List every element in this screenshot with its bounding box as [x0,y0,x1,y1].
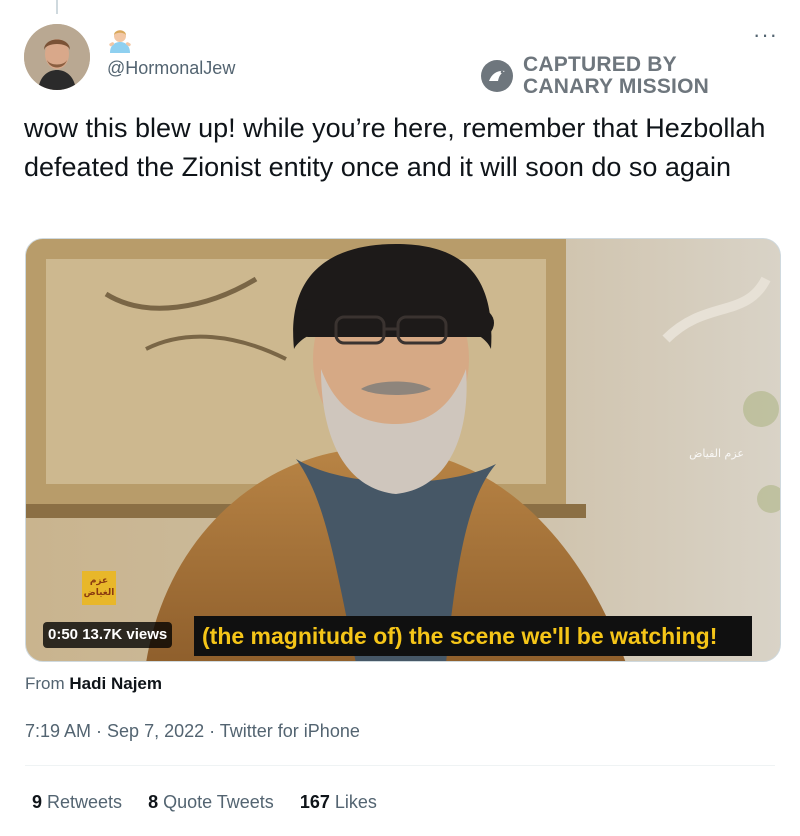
more-options-icon[interactable]: ··· [753,24,778,46]
tweet-text: wow this blew up! while you’re here, rem… [24,113,766,182]
canary-mission-watermark: CAPTURED BY CANARY MISSION [480,54,709,98]
tweet-timestamp[interactable]: 7:19 AM · Sep 7, 2022 · Twitter for iPho… [25,721,360,742]
video-subtitle: (the magnitude of) the scene we'll be wa… [194,616,752,656]
quote-tweets-count: 8 [148,792,159,812]
avatar[interactable] [24,24,90,90]
retweets-stat[interactable]: 9 Retweets [32,792,122,813]
video-player[interactable]: عزم الفياض عزم الغياض (the magnitude of)… [25,238,781,662]
video-duration: 0:50 [48,626,79,643]
divider [25,765,775,766]
video-source: From Hadi Najem [25,674,162,694]
tweet-stats: 9 Retweets 8 Quote Tweets 167 Likes [32,792,377,813]
source-name-link[interactable]: Hadi Najem [69,674,162,693]
user-handle[interactable]: @HormonalJew [107,58,235,79]
retweets-count: 9 [32,792,43,812]
video-views: 13.7K views [82,626,168,643]
person-emoji-icon [107,27,133,53]
likes-label: Likes [334,792,377,812]
channel-logo-text: عزم الفياض [689,447,744,460]
source-prefix: From [25,674,65,693]
watermark-line-2: CANARY MISSION [523,75,709,98]
likes-stat[interactable]: 167 Likes [300,792,377,813]
watermark-line-1: CAPTURED BY [523,53,677,76]
likes-count: 167 [299,792,330,812]
quote-tweets-label: Quote Tweets [163,792,274,812]
canary-logo-icon [480,59,514,93]
retweets-label: Retweets [47,792,123,812]
channel-badge: عزم الغياض [82,571,116,605]
video-duration-views: 0:50 13.7K views [43,622,173,648]
video-frame [26,239,780,661]
thread-connector-line [56,0,58,14]
quote-tweets-stat[interactable]: 8 Quote Tweets [148,792,274,813]
